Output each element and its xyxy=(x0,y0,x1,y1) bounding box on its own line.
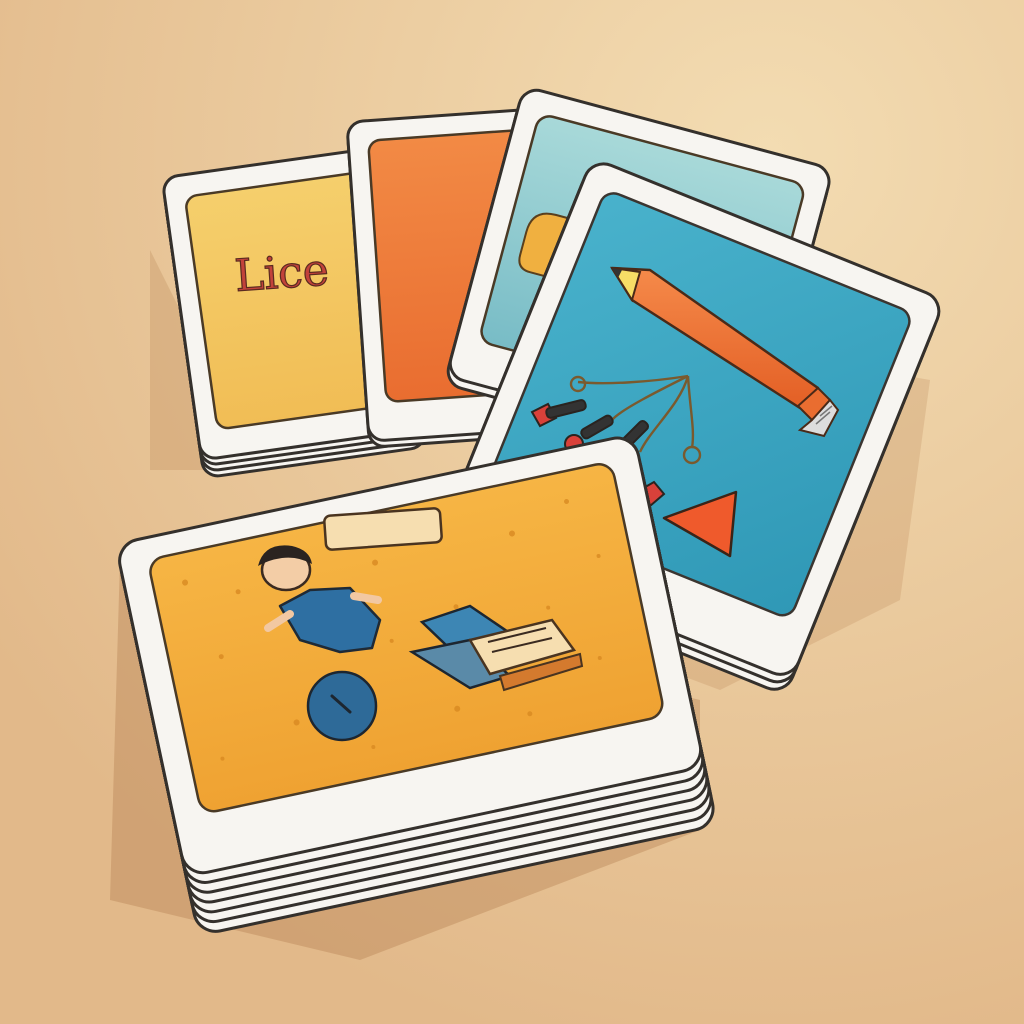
plank-icon xyxy=(323,507,443,551)
lice-label: Lice xyxy=(233,245,330,302)
card-illustration: Lice xyxy=(0,0,1024,1024)
